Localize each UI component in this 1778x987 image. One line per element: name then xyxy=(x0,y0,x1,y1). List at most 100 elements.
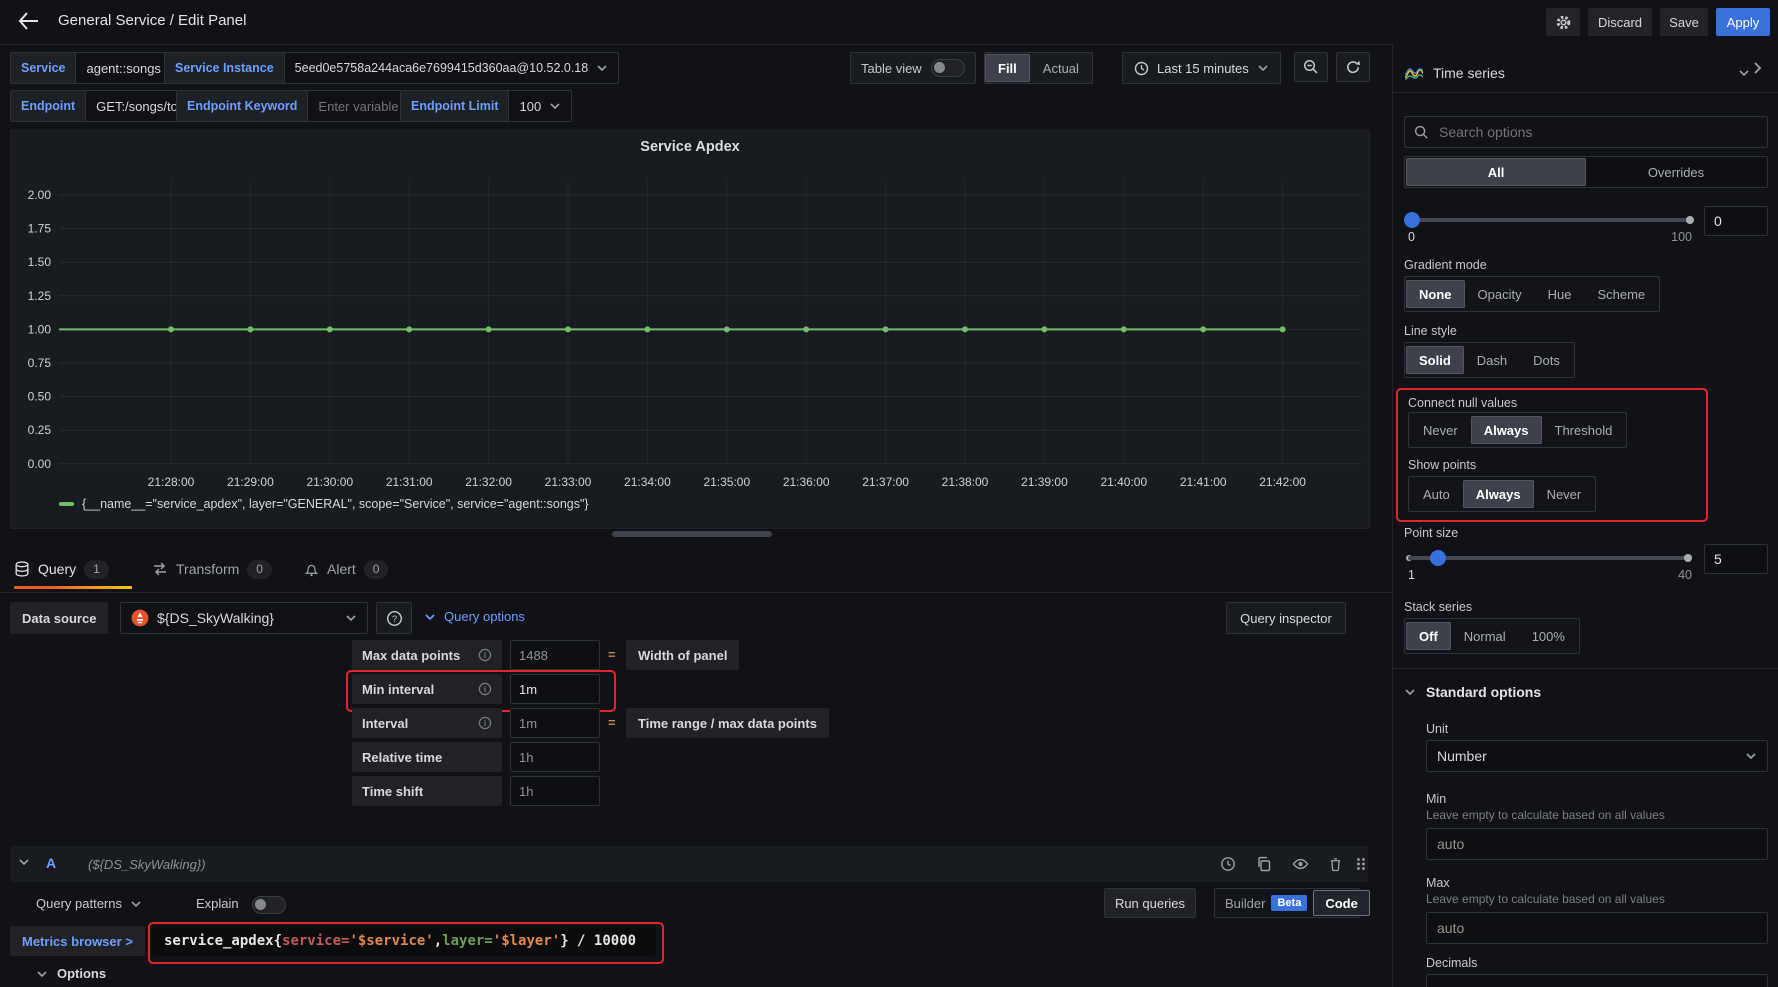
query-a-header[interactable] xyxy=(10,846,1368,882)
max-data-points-input[interactable] xyxy=(510,640,600,670)
option-always[interactable]: Always xyxy=(1471,416,1542,444)
datasource-help-button[interactable]: ? xyxy=(376,602,412,634)
point-size-slider-handle[interactable] xyxy=(1430,550,1446,566)
metrics-browser-button[interactable]: Metrics browser > xyxy=(10,926,145,956)
svg-text:21:34:00: 21:34:00 xyxy=(624,475,671,489)
discard-button[interactable]: Discard xyxy=(1588,8,1652,36)
option-normal[interactable]: Normal xyxy=(1451,622,1519,650)
option-always[interactable]: Always xyxy=(1463,480,1534,508)
chart-svg: 2.001.751.501.251.000.750.500.250.0021:2… xyxy=(11,167,1369,491)
tab-alert[interactable]: Alert 0 xyxy=(304,552,388,586)
gradient-mode-label: Gradient mode xyxy=(1404,258,1487,272)
option-dash[interactable]: Dash xyxy=(1464,346,1520,374)
option-off[interactable]: Off xyxy=(1406,622,1451,650)
legend-swatch-icon xyxy=(59,502,74,506)
tab-overrides[interactable]: Overrides xyxy=(1586,158,1766,186)
max-input[interactable] xyxy=(1426,912,1768,944)
back-button[interactable] xyxy=(16,10,40,37)
run-queries-button[interactable]: Run queries xyxy=(1104,888,1196,918)
point-size-value-input[interactable]: 5 xyxy=(1704,544,1768,574)
unit-select[interactable]: Number xyxy=(1426,740,1768,772)
explain-toggle[interactable] xyxy=(252,896,286,914)
opacity-value-input[interactable]: 0 xyxy=(1704,206,1768,236)
query-inspector-button[interactable]: Query inspector xyxy=(1226,602,1346,634)
min-input[interactable] xyxy=(1426,828,1768,860)
query-patterns-dropdown[interactable]: Query patterns xyxy=(36,896,142,911)
history-icon[interactable] xyxy=(1220,856,1236,872)
option-auto[interactable]: Auto xyxy=(1410,480,1463,508)
min-description: Leave empty to calculate based on all va… xyxy=(1426,808,1665,822)
panel-settings-button[interactable] xyxy=(1546,8,1580,36)
time-shift-input[interactable] xyxy=(510,776,600,806)
panel-type-select[interactable]: Time series xyxy=(1404,58,1750,88)
chart-legend[interactable]: {__name__="service_apdex", layer="GENERA… xyxy=(59,497,589,511)
copy-icon[interactable] xyxy=(1256,856,1272,872)
refresh-button[interactable] xyxy=(1336,52,1370,82)
point-size-slider-track[interactable] xyxy=(1408,556,1690,560)
standard-options-header[interactable]: Standard options xyxy=(1404,684,1541,700)
point-size-min-label: 1 xyxy=(1408,568,1415,582)
endpoint-value: GET:/songs/top xyxy=(96,99,185,114)
option-dots[interactable]: Dots xyxy=(1520,346,1573,374)
chevron-down-icon[interactable] xyxy=(18,858,30,866)
time-range-picker[interactable]: Last 15 minutes xyxy=(1122,52,1281,84)
option-solid[interactable]: Solid xyxy=(1406,346,1464,374)
search-options-input[interactable] xyxy=(1437,123,1741,141)
code-option[interactable]: Code xyxy=(1313,890,1370,916)
timeseries-panel-icon xyxy=(1404,66,1424,80)
option-never[interactable]: Never xyxy=(1410,416,1471,444)
tab-alert-count: 0 xyxy=(364,560,389,579)
query-options-header[interactable]: Query options xyxy=(424,609,525,624)
interval-input[interactable] xyxy=(510,708,600,738)
datasource-picker[interactable]: ${DS_SkyWalking} xyxy=(120,602,368,634)
option-threshold[interactable]: Threshold xyxy=(1542,416,1626,444)
max-label: Max xyxy=(1426,876,1450,890)
endpoint-limit-dropdown[interactable]: 100 xyxy=(509,91,571,121)
apply-button[interactable]: Apply xyxy=(1716,8,1770,36)
service-instance-variable: Service Instance 5eed0e5758a244aca6e7699… xyxy=(164,52,619,84)
equals-sign: = xyxy=(608,647,616,662)
relative-time-input[interactable] xyxy=(510,742,600,772)
tab-transform-count: 0 xyxy=(247,560,272,579)
query-options-collapse[interactable]: Options xyxy=(36,966,106,981)
actual-option[interactable]: Actual xyxy=(1030,54,1092,82)
min-interval-input[interactable] xyxy=(510,674,600,704)
tab-alert-label: Alert xyxy=(327,561,356,577)
query-expression-field[interactable]: service_apdex{service='$service', layer=… xyxy=(152,926,656,956)
trash-icon[interactable] xyxy=(1328,856,1343,872)
drag-handle-icon[interactable] xyxy=(1354,856,1368,872)
interval-row-label: Interval i xyxy=(352,708,502,738)
table-view-toggle[interactable] xyxy=(931,59,965,77)
option-label: Min interval xyxy=(362,682,434,697)
opacity-slider-track[interactable] xyxy=(1408,218,1692,222)
panel-resize-handle[interactable] xyxy=(612,531,772,537)
tab-query[interactable]: Query 1 xyxy=(14,552,109,586)
time-shift-row-label: Time shift xyxy=(352,776,502,806)
page-title: General Service / Edit Panel xyxy=(58,12,246,29)
endpoint-keyword-label: Endpoint Keyword xyxy=(177,91,308,121)
expr-token: service= xyxy=(282,933,349,949)
option-none[interactable]: None xyxy=(1406,280,1465,308)
opacity-slider-handle[interactable] xyxy=(1404,212,1420,228)
connect-null-values-label: Connect null values xyxy=(1408,396,1517,410)
option-label: Relative time xyxy=(362,750,442,765)
fill-option[interactable]: Fill xyxy=(985,54,1030,82)
zoom-out-button[interactable] xyxy=(1294,52,1328,82)
svg-text:21:33:00: 21:33:00 xyxy=(545,475,592,489)
builder-option[interactable]: Builder xyxy=(1225,896,1265,911)
option-100-[interactable]: 100% xyxy=(1519,622,1578,650)
save-button[interactable]: Save xyxy=(1660,8,1708,36)
option-never[interactable]: Never xyxy=(1534,480,1595,508)
tab-transform[interactable]: Transform 0 xyxy=(152,552,272,586)
eye-icon[interactable] xyxy=(1292,856,1309,872)
option-hue[interactable]: Hue xyxy=(1535,280,1585,308)
decimals-input[interactable] xyxy=(1426,974,1768,987)
service-instance-dropdown[interactable]: 5eed0e5758a244aca6e7699415d360aa@10.52.0… xyxy=(285,53,619,83)
svg-text:21:28:00: 21:28:00 xyxy=(148,475,195,489)
option-opacity[interactable]: Opacity xyxy=(1465,280,1535,308)
chevron-down-icon xyxy=(130,900,142,908)
collapse-sidebar-button[interactable] xyxy=(1752,60,1762,76)
tab-all[interactable]: All xyxy=(1406,158,1586,186)
option-scheme[interactable]: Scheme xyxy=(1584,280,1658,308)
show-points-label: Show points xyxy=(1408,458,1476,472)
